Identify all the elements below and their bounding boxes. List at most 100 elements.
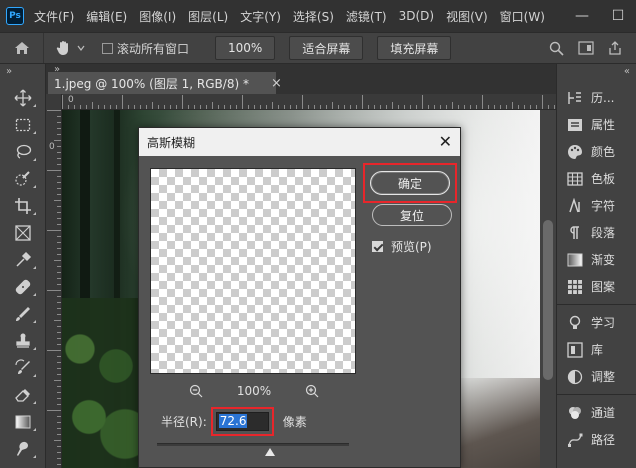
dialog-close-icon[interactable]: ✕ [439,132,452,151]
healing-brush-tool[interactable] [0,273,46,300]
panel-history[interactable]: 历... [557,84,636,111]
panel-channels[interactable]: 通道 [557,399,636,426]
zoom-100-button[interactable]: 100% [215,36,276,60]
hand-tool-preset[interactable] [44,33,96,63]
menu-image[interactable]: 图像(I) [139,8,176,25]
panel-learn[interactable]: 学习 [557,309,636,336]
blur-preview-area[interactable] [150,168,356,374]
move-tool[interactable] [0,84,46,111]
menu-select[interactable]: 选择(S) [293,8,334,25]
ruler-tick [98,105,99,109]
eraser-tool[interactable] [0,381,46,408]
learn-icon [569,315,581,329]
panel-character[interactable]: 字符 [557,192,636,219]
menu-layer[interactable]: 图层(L) [188,8,228,25]
menu-edit[interactable]: 编辑(E) [86,8,127,25]
panel-patterns[interactable]: 图案 [557,273,636,300]
frame-tool[interactable] [0,219,46,246]
close-tab-icon[interactable]: × [271,76,282,91]
panel-libraries[interactable]: 库 [557,336,636,363]
fill-screen-button[interactable]: 填充屏幕 [377,36,452,60]
panel-swatches[interactable]: 色板 [557,165,636,192]
ok-button[interactable]: 确定 [370,171,450,195]
toolbar-collapse-icon[interactable]: » [0,64,45,84]
history-brush-tool[interactable] [0,354,46,381]
ruler-tick [57,332,61,333]
preview-checkbox[interactable] [372,241,383,252]
panel-adjustments[interactable]: 调整 [557,363,636,390]
panel-color[interactable]: 颜色 [557,138,636,165]
lasso-tool[interactable] [0,138,46,165]
canvas-vertical-scrollbar[interactable] [540,110,556,468]
menu-3d[interactable]: 3D(D) [399,9,434,23]
dialog-title-bar[interactable]: 高斯模糊 ✕ [139,128,460,156]
ruler-tick [302,95,303,109]
ruler-tick [92,102,93,109]
ruler-tick [57,116,61,117]
ruler-tick [512,102,513,109]
lasso-icon [16,144,32,159]
radius-slider-thumb[interactable] [265,448,275,456]
ruler-tick [47,350,61,351]
blur-tool[interactable] [0,435,46,462]
crop-tool[interactable] [0,192,46,219]
menu-filter[interactable]: 滤镜(T) [346,8,387,25]
panel-paths[interactable]: 路径 [557,426,636,453]
ruler-tick [290,105,291,109]
ruler-tick [428,105,429,109]
ruler-tick [476,105,477,109]
menu-view[interactable]: 视图(V) [446,8,488,25]
scroll-all-windows-option[interactable]: 滚动所有窗口 [102,40,189,57]
ruler-tick [57,284,61,285]
brush-tool[interactable] [0,300,46,327]
dock-collapse-icon[interactable]: « [557,64,636,84]
panel-properties[interactable]: 属性 [557,111,636,138]
ruler-tick [398,105,399,109]
dialog-title: 高斯模糊 [147,135,196,150]
ruler-tick [152,102,153,109]
preview-option[interactable]: 预览(P) [372,238,432,255]
menu-window[interactable]: 窗口(W) [500,8,545,25]
workspace-icon[interactable] [578,41,594,55]
search-icon[interactable] [549,41,564,56]
ruler-tick [54,440,61,441]
scroll-all-windows-checkbox[interactable] [102,42,113,54]
ruler-tick [57,158,61,159]
ruler-tick [206,105,207,109]
home-icon[interactable] [0,33,44,63]
photoshop-logo: Ps [6,7,24,25]
ruler-tick [57,272,61,273]
quick-selection-tool[interactable] [0,165,46,192]
panel-paragraph[interactable]: 段落 [557,219,636,246]
ruler-tick [464,105,465,109]
gradient-tool[interactable] [0,408,46,435]
ruler-tick [386,105,387,109]
ruler-tick [194,105,195,109]
radius-input[interactable]: 72.6 [215,411,269,431]
share-icon[interactable] [608,41,622,55]
radius-slider-track[interactable] [157,443,349,446]
zoom-in-icon[interactable] [305,384,319,398]
character-icon [569,197,580,212]
eyedropper-tool[interactable] [0,246,46,273]
zoom-out-icon[interactable] [189,384,203,398]
panel-history-label: 历... [591,91,615,105]
ruler-tick [57,386,61,387]
ruler-tick [54,320,61,321]
document-tab-label: 1.jpeg @ 100% (图层 1, RGB/8) * [54,76,249,91]
menu-type[interactable]: 文字(Y) [240,8,281,25]
document-tab[interactable]: 1.jpeg @ 100% (图层 1, RGB/8) * × [48,72,282,94]
ruler-tick [110,105,111,109]
clone-stamp-tool[interactable] [0,327,46,354]
ruler-tick [57,422,61,423]
scrollbar-thumb[interactable] [543,220,553,380]
rect-marquee-icon [15,118,31,131]
minimize-button[interactable]: — [564,0,600,32]
maximize-button[interactable]: ☐ [600,0,636,32]
reset-button[interactable]: 复位 [372,204,452,226]
panel-gradients[interactable]: 渐变 [557,246,636,273]
panel-swatches-label: 色板 [591,172,616,186]
marquee-tool[interactable] [0,111,46,138]
fit-screen-button[interactable]: 适合屏幕 [289,36,364,60]
menu-file[interactable]: 文件(F) [34,8,74,25]
